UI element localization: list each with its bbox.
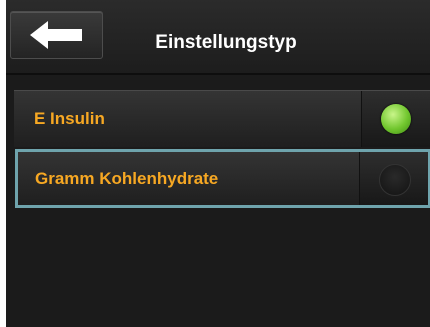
header-bar: Einstellungstyp	[6, 0, 430, 75]
option-gramm-kohlenhydrate[interactable]: Gramm Kohlenhydrate	[15, 149, 430, 208]
arrow-left-icon	[30, 21, 82, 49]
option-label: E Insulin	[34, 109, 105, 128]
page-title: Einstellungstyp	[155, 32, 297, 53]
device-screen: Einstellungstyp E Insulin Gramm Kohlenhy…	[6, 0, 430, 327]
option-e-insulin[interactable]: E Insulin	[14, 90, 430, 147]
back-button[interactable]	[10, 11, 103, 59]
radio-unselected-icon	[379, 163, 411, 196]
radio-selected-icon	[381, 104, 411, 134]
radio-cell[interactable]	[361, 91, 430, 147]
radio-cell[interactable]	[359, 152, 428, 205]
option-label: Gramm Kohlenhydrate	[35, 168, 219, 188]
